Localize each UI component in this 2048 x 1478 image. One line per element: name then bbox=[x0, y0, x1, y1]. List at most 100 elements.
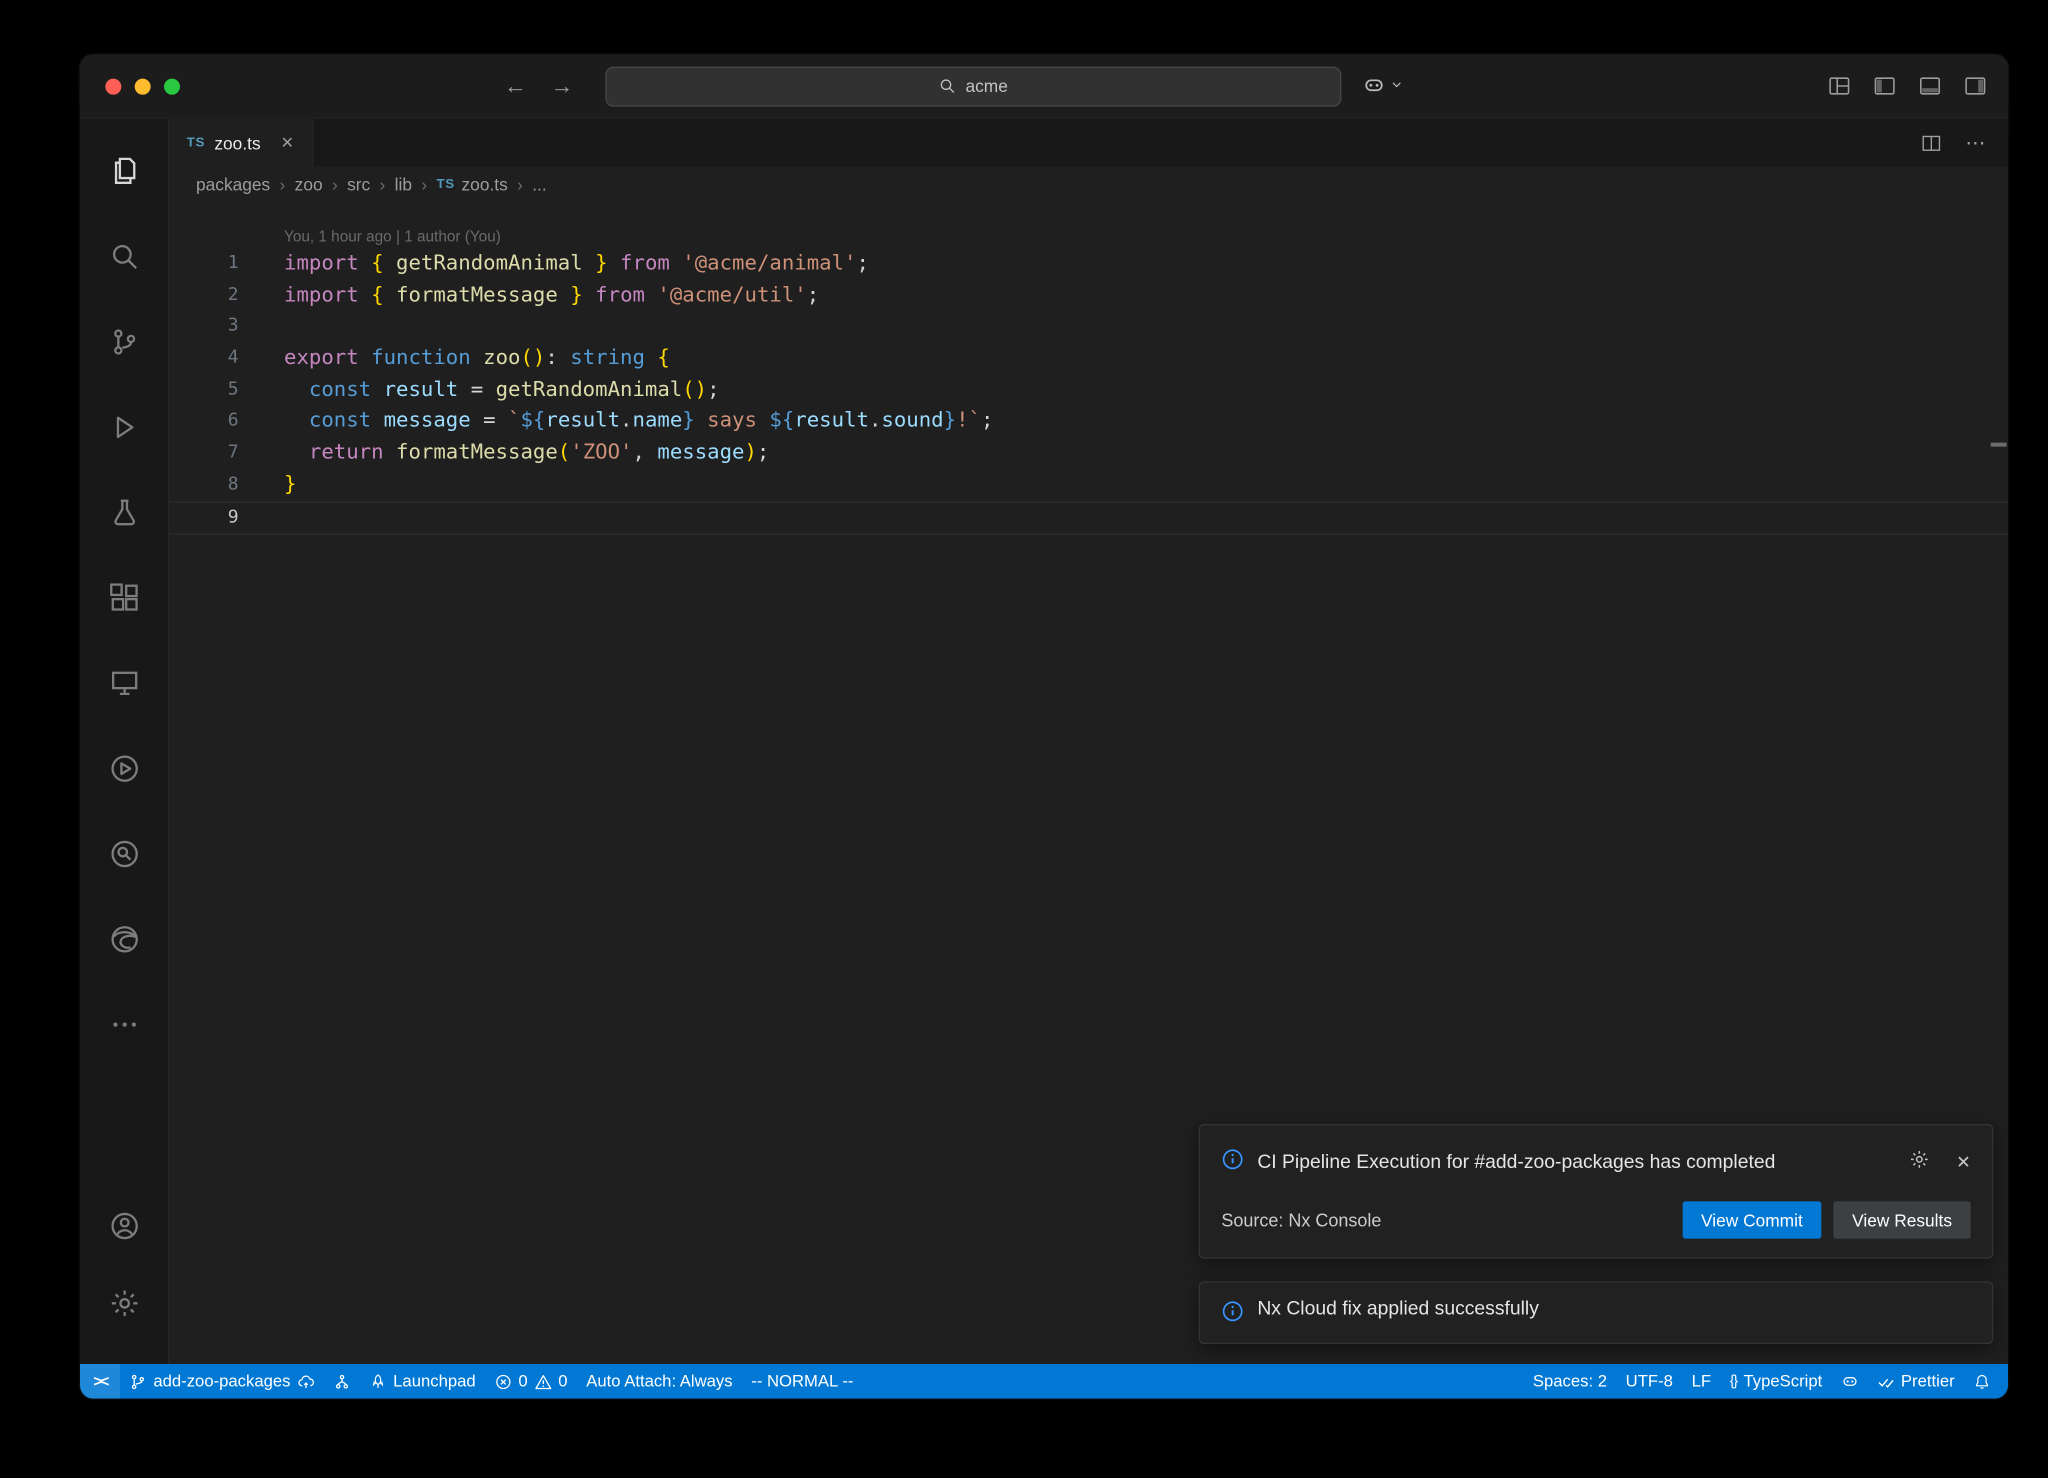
copilot-status[interactable] bbox=[1832, 1364, 1868, 1399]
view-results-button[interactable]: View Results bbox=[1833, 1201, 1970, 1238]
typescript-file-icon: TS bbox=[436, 177, 454, 192]
command-center-text: acme bbox=[965, 76, 1007, 96]
auto-attach-label: Auto Attach: Always bbox=[586, 1372, 732, 1391]
breadcrumb-label: lib bbox=[395, 174, 412, 194]
error-icon bbox=[494, 1373, 511, 1390]
gear-icon[interactable] bbox=[1909, 1149, 1929, 1176]
breadcrumb-item[interactable]: ... bbox=[532, 174, 546, 194]
go-back-button[interactable]: ← bbox=[504, 73, 527, 100]
toggle-primary-sidebar-icon[interactable] bbox=[1873, 75, 1896, 98]
git-graph-button[interactable] bbox=[324, 1364, 360, 1399]
branch-indicator[interactable]: add-zoo-packages bbox=[120, 1364, 324, 1399]
encoding-indicator[interactable]: UTF-8 bbox=[1616, 1364, 1682, 1399]
activity-testing-button[interactable] bbox=[80, 473, 168, 558]
window-controls bbox=[105, 79, 180, 95]
activity-explorer-button[interactable] bbox=[80, 132, 168, 217]
indentation-indicator[interactable]: Spaces: 2 bbox=[1524, 1364, 1617, 1399]
code-line[interactable]: 9 bbox=[169, 501, 2008, 535]
error-count: 0 bbox=[518, 1372, 527, 1391]
line-number: 2 bbox=[169, 280, 238, 312]
notifications-bell[interactable] bbox=[1964, 1364, 2000, 1399]
tab-zoo-ts[interactable]: TS zoo.ts ✕ bbox=[169, 119, 312, 167]
breadcrumb-label: zoo.ts bbox=[462, 174, 508, 194]
close-icon[interactable]: ✕ bbox=[1956, 1152, 1971, 1173]
code-line[interactable]: 7 return formatMessage('ZOO', message); bbox=[169, 437, 2008, 469]
extensions-icon bbox=[109, 583, 140, 620]
problems-indicator[interactable]: 0 0 bbox=[485, 1364, 577, 1399]
close-window-button[interactable] bbox=[105, 79, 121, 95]
activity-source-control-button[interactable] bbox=[80, 303, 168, 388]
chevron-right-icon: › bbox=[517, 174, 523, 194]
formatter-indicator[interactable]: Prettier bbox=[1868, 1364, 1964, 1399]
breadcrumb-item[interactable]: lib bbox=[395, 174, 412, 194]
gitlens-annotation: You, 1 hour ago | 1 author (You) bbox=[169, 201, 2008, 248]
zoom-window-button[interactable] bbox=[164, 79, 180, 95]
sync-cloud-icon bbox=[297, 1373, 314, 1390]
close-tab-icon[interactable]: ✕ bbox=[281, 133, 294, 152]
minimize-window-button[interactable] bbox=[135, 79, 151, 95]
breadcrumb-item[interactable]: src bbox=[347, 174, 370, 194]
go-forward-button[interactable]: → bbox=[551, 73, 574, 100]
line-number: 8 bbox=[169, 469, 238, 501]
breadcrumb-item[interactable]: TS zoo.ts bbox=[436, 174, 507, 194]
vim-mode-label: -- NORMAL -- bbox=[751, 1372, 853, 1391]
line-number: 6 bbox=[169, 406, 238, 438]
activity-run-debug-button[interactable] bbox=[80, 388, 168, 473]
language-label: TypeScript bbox=[1744, 1372, 1823, 1391]
code-text: import { formatMessage } from '@acme/uti… bbox=[239, 280, 820, 312]
status-bar: >< add-zoo-packages Launchpad 0 bbox=[80, 1364, 2008, 1399]
notification-source: Source: Nx Console bbox=[1221, 1210, 1381, 1230]
notification-toast: CI Pipeline Execution for #add-zoo-packa… bbox=[1199, 1124, 1994, 1259]
activity-bar-top bbox=[80, 132, 168, 1071]
activity-search-button[interactable] bbox=[80, 217, 168, 302]
code-line[interactable]: 2import { formatMessage } from '@acme/ut… bbox=[169, 280, 2008, 312]
indentation-label: Spaces: 2 bbox=[1533, 1372, 1607, 1391]
view-commit-button[interactable]: View Commit bbox=[1682, 1201, 1821, 1238]
code-line[interactable]: 5 const result = getRandomAnimal(); bbox=[169, 374, 2008, 406]
info-icon bbox=[1221, 1144, 1244, 1177]
launchpad-button[interactable]: Launchpad bbox=[360, 1364, 485, 1399]
accounts-icon bbox=[109, 1211, 140, 1248]
more-actions-icon[interactable]: ⋯ bbox=[1965, 131, 1986, 155]
customize-layout-icon[interactable] bbox=[1828, 75, 1851, 98]
line-number: 1 bbox=[169, 248, 238, 280]
activity-inspect-button[interactable] bbox=[80, 815, 168, 900]
more-icon bbox=[109, 1009, 140, 1046]
code-line[interactable]: 3 bbox=[169, 311, 2008, 343]
activity-extensions-button[interactable] bbox=[80, 559, 168, 644]
notification-message: Nx Cloud fix applied successfully bbox=[1257, 1296, 1539, 1323]
toggle-panel-icon[interactable] bbox=[1919, 75, 1942, 98]
code-line[interactable]: 6 const message = `${result.name} says $… bbox=[169, 406, 2008, 438]
breadcrumb-item[interactable]: packages bbox=[196, 174, 270, 194]
activity-remote-explorer-button[interactable] bbox=[80, 644, 168, 729]
code-line[interactable]: 8} bbox=[169, 469, 2008, 501]
remote-indicator[interactable]: >< bbox=[80, 1364, 120, 1399]
auto-attach-indicator[interactable]: Auto Attach: Always bbox=[577, 1364, 742, 1399]
status-bar-left: >< add-zoo-packages Launchpad 0 bbox=[80, 1364, 863, 1399]
rocket-icon bbox=[369, 1373, 386, 1390]
eol-indicator[interactable]: LF bbox=[1682, 1364, 1720, 1399]
copilot-menu[interactable] bbox=[1363, 74, 1404, 98]
notification-buttons: View Commit View Results bbox=[1682, 1201, 1970, 1238]
activity-more-button[interactable] bbox=[80, 985, 168, 1070]
line-number: 3 bbox=[169, 311, 238, 343]
copilot-icon bbox=[1841, 1373, 1858, 1390]
code-line[interactable]: 4export function zoo(): string { bbox=[169, 343, 2008, 375]
vim-mode-indicator[interactable]: -- NORMAL -- bbox=[742, 1364, 863, 1399]
toggle-secondary-sidebar-icon[interactable] bbox=[1964, 75, 1987, 98]
language-indicator[interactable]: {} TypeScript bbox=[1720, 1364, 1831, 1399]
activity-settings-button[interactable] bbox=[80, 1268, 168, 1345]
line-number: 9 bbox=[169, 502, 238, 534]
split-editor-icon[interactable] bbox=[1921, 133, 1941, 153]
status-bar-right: Spaces: 2 UTF-8 LF {} TypeScript Prett bbox=[1524, 1364, 2008, 1399]
code-line[interactable]: 1import { getRandomAnimal } from '@acme/… bbox=[169, 248, 2008, 280]
activity-accounts-button[interactable] bbox=[80, 1191, 168, 1268]
activity-edge-tools-button[interactable] bbox=[80, 900, 168, 985]
chevron-right-icon: › bbox=[421, 174, 427, 194]
code-lines: 1import { getRandomAnimal } from '@acme/… bbox=[169, 248, 2008, 535]
command-center-search[interactable]: acme bbox=[605, 66, 1341, 106]
activity-bar-bottom bbox=[80, 1191, 168, 1364]
notification-message: CI Pipeline Execution for #add-zoo-packa… bbox=[1257, 1144, 1775, 1183]
breadcrumb-item[interactable]: zoo bbox=[295, 174, 323, 194]
activity-play-circle-button[interactable] bbox=[80, 729, 168, 814]
